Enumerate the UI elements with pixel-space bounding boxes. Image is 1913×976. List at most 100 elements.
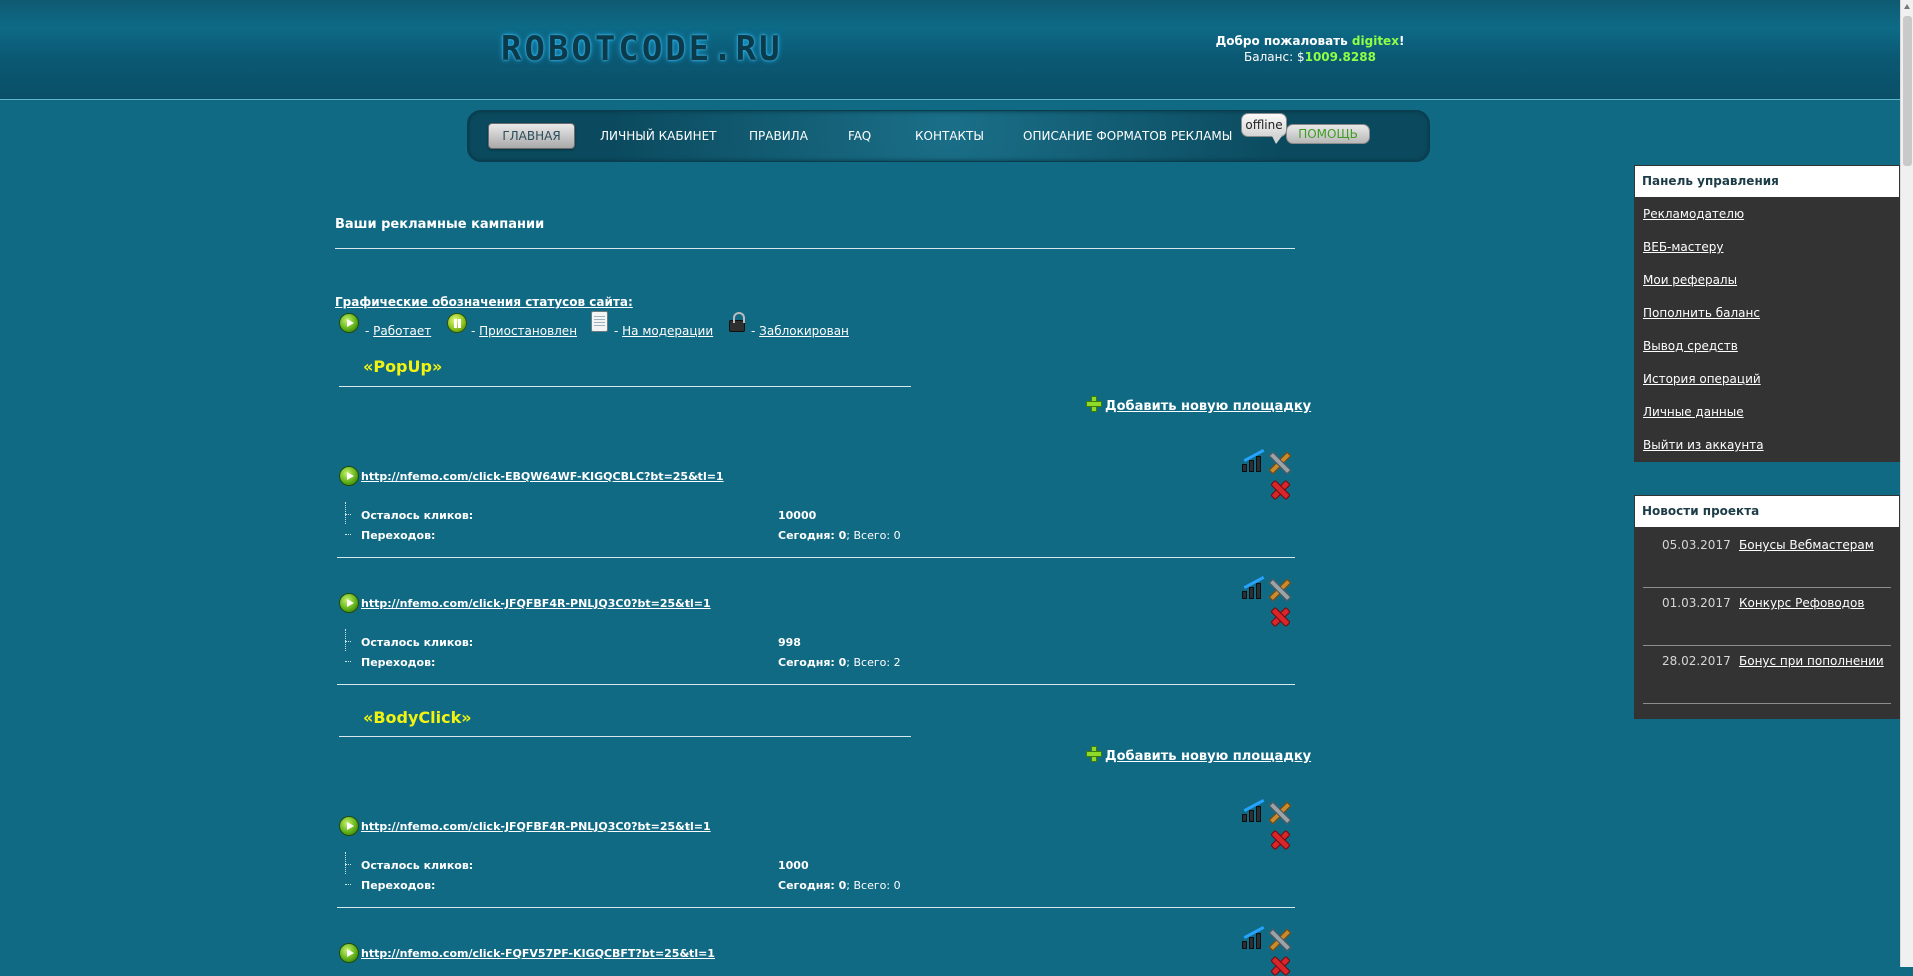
news-date: 05.03.2017 — [1662, 538, 1731, 552]
stats-icon[interactable] — [1242, 449, 1265, 472]
transitions-value: Сегодня: 0; Всего: 0 — [778, 879, 901, 892]
legend-item-working: - Работает — [365, 324, 432, 338]
settings-tools-icon[interactable] — [1267, 578, 1289, 600]
panel-link-history[interactable]: История операций — [1643, 372, 1761, 386]
legend-link-blocked[interactable]: Заблокирован — [759, 324, 849, 338]
play-icon — [339, 313, 359, 333]
news-panel-title: Новости проекта — [1635, 496, 1899, 527]
legend-item-moderation: - На модерации — [614, 324, 714, 338]
delete-icon[interactable] — [1269, 606, 1289, 626]
scrollbar-thumb[interactable] — [1903, 16, 1912, 166]
control-panel: Панель управления Рекламодателю ВЕБ-маст… — [1634, 165, 1900, 462]
row-divider — [337, 907, 1295, 908]
transitions-value: Сегодня: 0; Всего: 2 — [778, 656, 901, 669]
clicks-left-value: 998 — [778, 636, 801, 649]
panel-link-logout[interactable]: Выйти из аккаунта — [1643, 438, 1764, 452]
legend-link-working[interactable]: Работает — [373, 324, 431, 338]
play-icon — [339, 593, 359, 613]
campaign-dash: - — [695, 470, 699, 483]
tree-line — [345, 502, 346, 524]
tree-line — [345, 629, 346, 651]
legend-item-paused: - Приостановлен — [471, 324, 578, 338]
balance-value: 1009.8288 — [1304, 50, 1376, 64]
tree-line — [345, 852, 346, 874]
panel-link-top-up[interactable]: Пополнить баланс — [1643, 306, 1760, 320]
control-panel-title: Панель управления — [1635, 166, 1899, 197]
tree-tick — [345, 534, 351, 535]
add-site-button-popup[interactable]: Добавить новую площадку — [1105, 399, 1311, 414]
transitions-label: Переходов: — [361, 529, 436, 542]
help-button[interactable]: ПОМОЩЬ — [1286, 124, 1370, 144]
panel-link-withdraw[interactable]: Вывод средств — [1643, 339, 1738, 353]
clicks-left-label: Осталось кликов: — [361, 509, 474, 522]
tree-tick — [345, 641, 351, 642]
plus-icon — [1086, 396, 1102, 412]
section-divider — [339, 736, 911, 737]
lock-icon — [729, 312, 745, 332]
legend-item-blocked: - Заблокирован — [751, 324, 849, 338]
news-link[interactable]: Конкурс Рефоводов — [1739, 596, 1864, 610]
clicks-left-value: 10000 — [778, 509, 817, 522]
section-divider — [339, 386, 911, 387]
panel-link-personal-data[interactable]: Личные данные — [1643, 405, 1744, 419]
settings-tools-icon[interactable] — [1267, 928, 1289, 950]
play-icon — [339, 816, 359, 836]
tree-tick — [345, 884, 351, 885]
campaign-link[interactable]: http://nfemo.com/click-FQFV57PF-KIGQCBFT… — [361, 947, 715, 960]
pause-icon — [447, 313, 467, 333]
delete-icon[interactable] — [1269, 479, 1289, 499]
page-scrollbar[interactable] — [1900, 0, 1913, 967]
legend-link-moderation[interactable]: На модерации — [622, 324, 713, 338]
section-title-popup: «PopUp» — [363, 357, 443, 376]
news-link[interactable]: Бонусы Вебмастерам — [1739, 538, 1874, 552]
legend-link-paused[interactable]: Приостановлен — [479, 324, 577, 338]
play-icon — [339, 943, 359, 963]
clicks-left-value: 1000 — [778, 859, 809, 872]
page-title: Ваши рекламные кампании — [335, 217, 545, 232]
news-link[interactable]: Бонус при пополнении — [1739, 654, 1884, 668]
campaign-dash: - — [686, 820, 690, 833]
news-date: 01.03.2017 — [1662, 596, 1731, 610]
main-content: Ваши рекламные кампании Графические обоз… — [335, 0, 1311, 967]
play-icon — [339, 466, 359, 486]
section-title-bodyclick: «BodyClick» — [363, 708, 472, 727]
row-divider — [337, 557, 1295, 558]
tree-tick — [345, 661, 351, 662]
clicks-left-label: Осталось кликов: — [361, 859, 474, 872]
scroll-up-arrow-icon[interactable] — [1904, 4, 1910, 9]
tree-tick — [345, 514, 351, 515]
news-divider — [1643, 587, 1891, 588]
status-legend-title: Графические обозначения статусов сайта: — [335, 295, 633, 309]
panel-link-webmaster[interactable]: ВЕБ-мастеру — [1643, 240, 1723, 254]
news-divider — [1643, 703, 1891, 704]
news-panel: Новости проекта 05.03.2017 Бонусы Вебмас… — [1634, 495, 1900, 719]
campaign-link[interactable]: http://nfemo.com/click-EBQW64WF-KIGQCBLC… — [361, 470, 724, 483]
delete-icon[interactable] — [1269, 829, 1289, 849]
delete-icon[interactable] — [1269, 955, 1289, 975]
panel-link-referrals[interactable]: Мои рефералы — [1643, 273, 1737, 287]
transitions-value: Сегодня: 0; Всего: 0 — [778, 529, 901, 542]
settings-tools-icon[interactable] — [1267, 451, 1289, 473]
campaign-link[interactable]: http://nfemo.com/click-JFQFBF4R-PNLJQ3C0… — [361, 820, 711, 833]
transitions-label: Переходов: — [361, 656, 436, 669]
campaign-link[interactable]: http://nfemo.com/click-JFQFBF4R-PNLJQ3C0… — [361, 597, 711, 610]
stats-icon[interactable] — [1242, 799, 1265, 822]
panel-link-advertiser[interactable]: Рекламодателю — [1643, 207, 1744, 221]
campaign-dash: - — [686, 597, 690, 610]
notepad-icon — [591, 311, 608, 332]
tree-tick — [345, 864, 351, 865]
stats-icon[interactable] — [1242, 576, 1265, 599]
row-divider — [337, 684, 1295, 685]
divider — [335, 248, 1295, 249]
add-site-button-bodyclick[interactable]: Добавить новую площадку — [1105, 749, 1311, 764]
campaign-dash: - — [686, 947, 690, 960]
transitions-label: Переходов: — [361, 879, 436, 892]
welcome-suffix: ! — [1398, 34, 1405, 48]
news-divider — [1643, 645, 1891, 646]
stats-icon[interactable] — [1242, 926, 1265, 949]
news-date: 28.02.2017 — [1662, 654, 1731, 668]
clicks-left-label: Осталось кликов: — [361, 636, 474, 649]
settings-tools-icon[interactable] — [1267, 801, 1289, 823]
username: digitex — [1351, 34, 1399, 48]
plus-icon — [1086, 746, 1102, 762]
